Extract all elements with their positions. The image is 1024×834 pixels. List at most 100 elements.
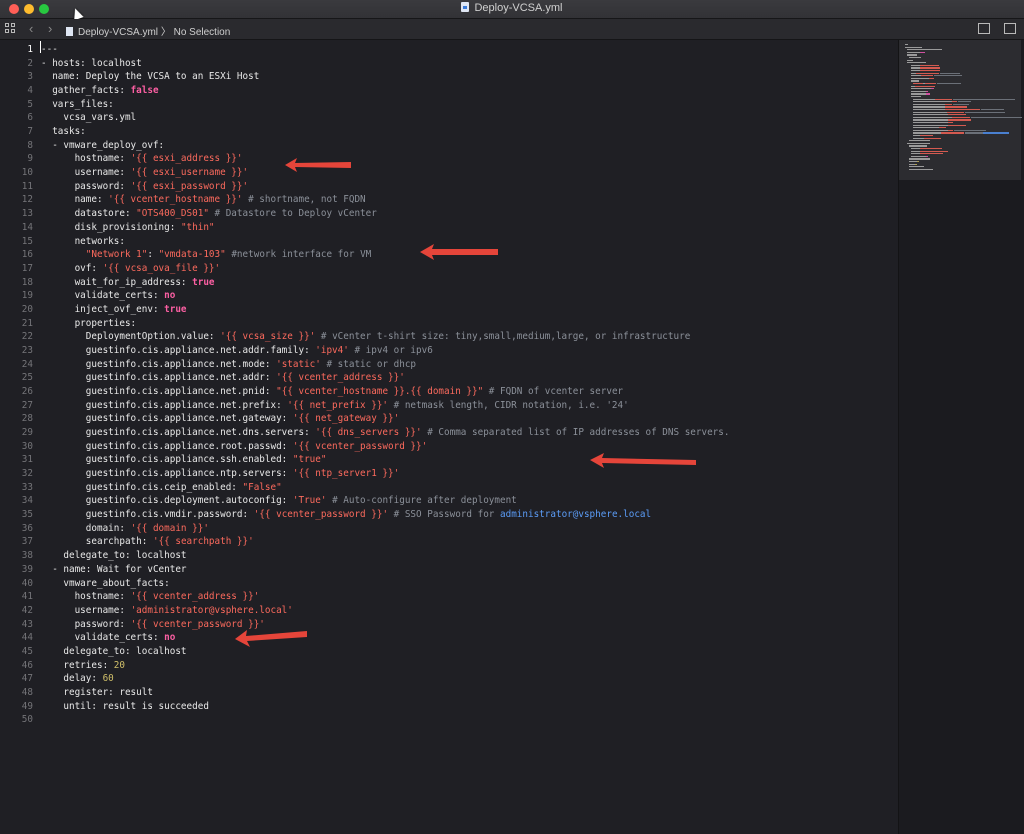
code-line[interactable]: guestinfo.cis.appliance.net.addr.family:… [41,344,433,358]
line-number: 12 [21,194,33,206]
minimap-line [912,129,948,132]
code-line[interactable]: validate_certs: no [41,631,176,645]
line-number: 25 [21,372,33,384]
line-number: 27 [21,399,33,411]
code-line[interactable]: delegate_to: localhost [41,645,186,659]
yaml-file-icon [461,2,470,12]
line-number: 16 [21,249,33,261]
code-line[interactable]: guestinfo.cis.appliance.net.pnid: "{{ vc… [41,385,623,399]
line-number: 29 [21,427,33,439]
minimap-line [912,132,942,134]
code-line[interactable]: guestinfo.cis.appliance.root.passwd: '{{… [41,440,427,454]
minimap-line [910,150,921,152]
minimap[interactable] [898,40,1024,834]
add-editor-split-icon[interactable] [1004,23,1016,34]
code-line[interactable]: inject_ovf_env: true [41,303,187,317]
code-line[interactable]: vmware_about_facts: [41,577,169,591]
code-line[interactable]: --- [41,43,58,57]
minimap-line [906,54,918,56]
code-line[interactable]: username: 'administrator@vsphere.local' [41,604,293,618]
code-line[interactable]: disk_provisioning: "thin" [41,221,215,235]
code-line[interactable]: guestinfo.cis.deployment.autoconfig: 'Tr… [41,494,517,508]
code-line[interactable]: guestinfo.cis.vmdir.password: '{{ vcente… [41,508,651,522]
related-items-grid-icon[interactable] [5,23,16,34]
minimap-line [920,153,943,155]
minimap-line [920,51,925,54]
minimap-line [947,124,966,126]
breadcrumb-selection[interactable]: No Selection [174,27,231,38]
code-line[interactable]: - hosts: localhost [41,57,142,71]
code-line[interactable]: guestinfo.cis.appliance.net.gateway: '{{… [41,412,399,426]
code-line[interactable]: vcsa_vars.yml [41,111,136,125]
code-line[interactable]: searchpath: '{{ searchpath }}' [41,535,254,549]
code-line[interactable]: name: Deploy the VCSA to an ESXi Host [41,70,259,84]
code-line[interactable]: register: result [41,686,153,700]
minimap-line [964,111,1005,113]
back-arrow-icon[interactable]: ‹ [29,21,33,36]
code-line[interactable]: tasks: [41,125,86,139]
code-line[interactable]: username: '{{ esxi_username }}' [41,166,249,180]
annotation-arrow [285,158,351,172]
code-line[interactable]: guestinfo.cis.appliance.net.addr: '{{ vc… [41,371,405,385]
minimap-line [912,109,945,111]
code-token: '{{ dns_servers }}' [315,427,422,439]
minimap-line [951,116,970,119]
code-editor[interactable]: 1 2 3 4 5 6 7 8 9 10 11 12 13 14 15 16 17 18 19 20 21 22 23 24 2… [0,40,898,834]
line-number: 6 [27,112,33,124]
code-token: validate_certs: [41,290,165,302]
code-line[interactable]: vars_files: [41,98,114,112]
code-line[interactable]: - vmware_deploy_ovf: [41,139,164,153]
code-line[interactable]: validate_certs: no [41,289,176,303]
code-line[interactable]: DeploymentOption.value: '{{ vcsa_size }}… [41,330,691,344]
code-line[interactable]: delegate_to: localhost [41,549,186,563]
code-token: "true" [292,454,327,466]
code-line[interactable]: - name: Wait for vCenter [41,563,186,577]
line-number: 50 [21,714,33,726]
code-line[interactable]: guestinfo.cis.ceip_enabled: "False" [41,481,282,495]
code-line[interactable]: delay: 60 [41,672,113,686]
code-line[interactable]: guestinfo.cis.appliance.ssh.enabled: "tr… [41,453,327,467]
code-token: '{{ vcenter_password }}' [292,440,428,452]
minimap-line [920,64,940,67]
code-line[interactable]: wait_for_ip_address: true [41,276,215,290]
code-line[interactable]: ovf: '{{ vcsa_ova_file }}' [41,262,221,276]
adjust-editor-options-icon[interactable] [978,23,990,34]
breadcrumb: Deploy-VCSA.yml 〉 No Selection [66,23,230,38]
code-line[interactable]: gather_facts: false [41,84,158,98]
code-line[interactable]: guestinfo.cis.appliance.ntp.servers: '{{… [41,467,399,481]
code-token: guestinfo.cis.appliance.net.gateway: [41,413,293,425]
forward-arrow-icon[interactable]: › [48,21,52,36]
minimap-line [954,129,986,132]
code-line[interactable]: "Network 1": "vmdata-103" #network inter… [41,248,372,262]
minimap-line [982,132,1009,134]
code-line[interactable]: datastore: "OTS400_DS01" # Datastore to … [41,207,377,221]
breadcrumb-file[interactable]: Deploy-VCSA.yml [78,27,158,38]
line-number: 31 [21,454,33,466]
code-token: #network interface for VM [225,249,372,261]
minimap-line [910,75,922,77]
code-token: datastore: [41,208,137,220]
minimap-line [916,72,940,74]
code-line[interactable]: guestinfo.cis.appliance.net.dns.servers:… [41,426,730,440]
code-line[interactable]: retries: 20 [41,659,125,673]
code-line[interactable]: properties: [41,317,137,331]
minimap-line [912,101,952,103]
line-number: 22 [21,331,33,343]
code-token: validate_certs: [41,632,165,644]
code-line[interactable]: hostname: '{{ vcenter_address }}' [41,590,260,604]
minimap-line [924,83,937,85]
minimap-line [947,114,966,116]
code-line[interactable]: hostname: '{{ esxi_address }}' [41,152,243,166]
code-token: '{{ vcenter_address }}' [130,591,260,603]
code-token: guestinfo.cis.appliance.net.addr: [41,372,277,384]
code-token: '{{ searchpath }}' [152,536,254,548]
code-line[interactable]: password: '{{ vcenter_password }}' [41,618,265,632]
code-line[interactable]: guestinfo.cis.appliance.net.mode: 'stati… [41,358,416,372]
code-line[interactable]: domain: '{{ domain }}' [41,522,209,536]
code-line[interactable]: guestinfo.cis.appliance.net.prefix: '{{ … [41,399,629,413]
minimap-line [920,67,941,69]
code-line[interactable]: password: '{{ esxi_password }}' [41,180,249,194]
code-line[interactable]: networks: [41,235,125,249]
code-line[interactable]: name: '{{ vcenter_hostname }}' # shortna… [41,193,366,207]
code-line[interactable]: until: result is succeeded [41,700,209,714]
